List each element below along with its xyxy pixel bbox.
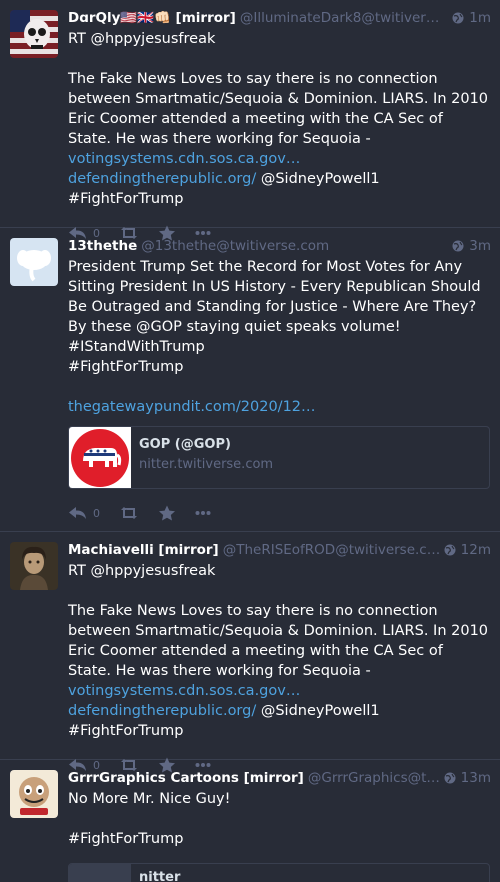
status-item[interactable]: Machiavelli [mirror] @TheRISEofROD@twiti… <box>0 532 500 773</box>
account-handle[interactable]: @13thethe@twitiverse.com <box>141 236 329 256</box>
hashtag[interactable]: #FightForTrump <box>68 829 490 849</box>
hashtag[interactable]: #FightForTrump <box>68 189 490 209</box>
avatar[interactable] <box>10 770 58 818</box>
link-card[interactable]: nitter <box>68 863 490 882</box>
more-button[interactable] <box>195 510 211 516</box>
content-line: By these @GOP staying quiet speaks volum… <box>68 319 401 335</box>
display-name[interactable]: Machiavelli [mirror] <box>68 540 219 560</box>
card-title: GOP (@GOP) <box>139 437 231 452</box>
status-item[interactable]: DɑrQly🇺🇸🇬🇧👊🏻 [mirror] @IlluminateDark8@t… <box>0 0 500 241</box>
content-line: The Fake News Loves to say there is no c… <box>68 603 489 699</box>
card-host: nitter.twitiverse.com <box>139 457 274 472</box>
time-label: 13m <box>460 770 491 786</box>
star-icon <box>159 505 175 521</box>
display-name[interactable]: 13thethe <box>68 236 137 256</box>
avatar[interactable] <box>10 238 58 286</box>
status-time[interactable]: 1m <box>452 8 491 28</box>
favourite-button[interactable] <box>158 505 176 521</box>
time-label: 1m <box>469 10 491 26</box>
skull-flag-avatar-icon <box>10 10 58 58</box>
avatar[interactable] <box>10 542 58 590</box>
globe-icon <box>452 12 464 24</box>
hashtag[interactable]: #IStandWithTrump <box>68 337 490 357</box>
globe-icon <box>452 240 464 252</box>
time-label: 3m <box>469 238 491 254</box>
content-line: RT @hppyjesusfreak <box>68 31 216 47</box>
reply-button[interactable]: 0 <box>68 506 100 520</box>
content-line: defendingtherepublic.org/ @SidneyPowell1 <box>68 703 380 719</box>
content-line: RT @hppyjesusfreak <box>68 563 216 579</box>
status-content: President Trump Set the Record for Most … <box>68 257 490 417</box>
content-line: President Trump Set the Record for Most … <box>68 259 481 315</box>
content-line: No More Mr. Nice Guy! <box>68 791 231 807</box>
globe-icon <box>444 772 456 784</box>
gop-elephant-logo-icon <box>71 429 129 487</box>
status-item[interactable]: 13thethe @13thethe@twitiverse.com 3m Pre… <box>0 228 500 532</box>
ellipsis-icon <box>195 511 211 515</box>
card-image <box>69 427 131 488</box>
status-item[interactable]: GrrrGraphics Cartoons [mirror] @GrrrGrap… <box>0 760 500 882</box>
status-content: No More Mr. Nice Guy! #FightForTrump <box>68 789 490 849</box>
card-image <box>69 864 131 882</box>
account-handle[interactable]: @GrrrGraphics@twitivers… <box>308 768 446 788</box>
boost-icon <box>121 507 137 519</box>
reply-icon <box>69 507 86 519</box>
display-name[interactable]: DɑrQly🇺🇸🇬🇧👊🏻 [mirror] <box>68 8 236 28</box>
content-link[interactable]: votingsystems.cdn.sos.ca.gov… <box>68 683 300 699</box>
account-handle[interactable]: @TheRISEofROD@twitiverse.com <box>223 540 446 560</box>
boost-button[interactable] <box>119 506 139 520</box>
portrait-avatar-icon <box>10 542 58 590</box>
content-link[interactable]: thegatewaypundit.com/2020/12… <box>68 397 490 417</box>
globe-icon <box>444 544 456 556</box>
avatar[interactable] <box>10 10 58 58</box>
card-title: nitter <box>139 870 181 882</box>
content-link[interactable]: votingsystems.cdn.sos.ca.gov… <box>68 151 300 167</box>
status-time[interactable]: 12m <box>444 540 491 560</box>
content-link[interactable]: defendingtherepublic.org/ <box>68 171 256 187</box>
display-name[interactable]: GrrrGraphics Cartoons [mirror] <box>68 768 304 788</box>
status-content: RT @hppyjesusfreak The Fake News Loves t… <box>68 29 490 209</box>
status-content: RT @hppyjesusfreak The Fake News Loves t… <box>68 561 490 741</box>
hashtag[interactable]: #FightForTrump <box>68 357 490 377</box>
hashtag[interactable]: #FightForTrump <box>68 721 490 741</box>
status-time[interactable]: 3m <box>452 236 491 256</box>
reply-count: 0 <box>93 506 100 520</box>
link-card[interactable]: GOP (@GOP) nitter.twitiverse.com <box>68 426 490 489</box>
content-line: The Fake News Loves to say there is no c… <box>68 71 489 167</box>
time-label: 12m <box>460 542 491 558</box>
cartoon-logo-avatar-icon <box>10 770 58 818</box>
account-handle[interactable]: @IlluminateDark8@twitiverse.co… <box>240 8 446 28</box>
elephant-avatar-icon <box>10 238 58 286</box>
content-line: defendingtherepublic.org/ @SidneyPowell1 <box>68 171 380 187</box>
status-time[interactable]: 13m <box>444 768 491 788</box>
content-link[interactable]: defendingtherepublic.org/ <box>68 703 256 719</box>
